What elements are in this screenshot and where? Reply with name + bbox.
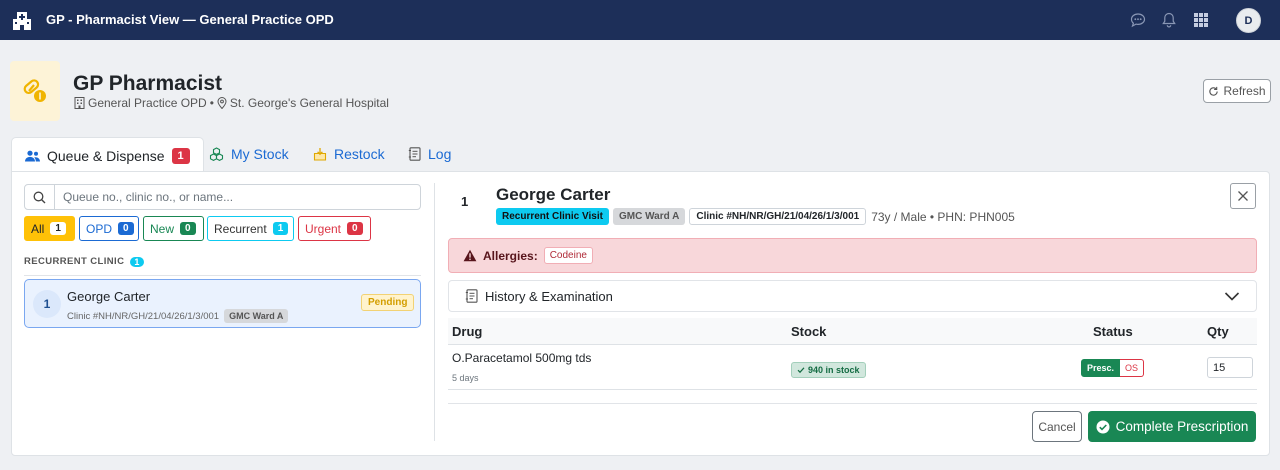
tab-label: Log (428, 146, 452, 162)
tab-count-badge: 1 (171, 147, 190, 164)
tab-restock[interactable]: Restock (300, 137, 398, 171)
status-toggle: Presc. OS (1081, 359, 1145, 377)
box-arrow-icon (313, 148, 327, 161)
building-icon (74, 97, 85, 109)
pills-icon (10, 61, 60, 121)
hospital-name: St. George's General Hospital (229, 96, 389, 110)
status-prescribed-button[interactable]: Presc. (1081, 359, 1121, 377)
refresh-label: Refresh (1223, 84, 1266, 98)
complete-label: Complete Prescription (1115, 419, 1249, 434)
tab-label: My Stock (231, 146, 289, 162)
patient-queue-number: 1 (461, 194, 469, 209)
column-stock: Stock (791, 324, 827, 339)
clinic-badge: Clinic #NH/NR/GH/21/04/26/1/3/001 (689, 208, 867, 225)
status-os-button[interactable]: OS (1120, 359, 1145, 377)
filter-all[interactable]: All 1 (24, 216, 75, 241)
stock-label: 940 in stock (808, 365, 860, 375)
cancel-button[interactable]: Cancel (1032, 411, 1082, 442)
subtitle-separator: • (209, 96, 214, 110)
section-divider (24, 275, 421, 276)
visit-type-badge: Recurrent Clinic Visit (496, 208, 609, 225)
close-button[interactable] (1230, 183, 1256, 209)
queue-item[interactable]: 1 George Carter Clinic #NH/NR/GH/21/04/2… (24, 279, 421, 328)
qty-input[interactable] (1207, 357, 1253, 378)
page-title: GP Pharmacist (73, 72, 223, 95)
top-bar: GP - Pharmacist View — General Practice … (0, 0, 1280, 40)
refresh-button[interactable]: Refresh (1203, 79, 1271, 103)
boxes-icon (209, 147, 224, 161)
filter-count: 1 (272, 222, 289, 235)
drug-duration: 5 days (452, 373, 479, 383)
prescription-table-header: Drug Stock Status Qty (448, 318, 1257, 345)
bell-icon[interactable] (1161, 12, 1177, 28)
history-label: History & Examination (485, 288, 613, 304)
filter-count: 0 (118, 222, 134, 235)
tab-my-stock[interactable]: My Stock (196, 137, 302, 171)
panel-divider (434, 183, 435, 441)
page-subtitle: General Practice OPD • St. George's Gene… (74, 96, 389, 110)
patient-name: George Carter (67, 289, 151, 304)
hospital-icon[interactable] (12, 11, 32, 31)
tab-label: Queue & Dispense (47, 147, 165, 164)
app-title: GP - Pharmacist View — General Practice … (46, 12, 334, 27)
search-icon (25, 185, 55, 209)
section-header: RECURRENT CLINIC 1 (24, 256, 144, 267)
filter-count: 0 (180, 222, 196, 235)
filter-label: Recurrent (214, 221, 267, 236)
allergy-badge: Codeine (543, 247, 593, 264)
close-icon (1238, 191, 1248, 201)
patient-badges: Recurrent Clinic Visit GMC Ward A Clinic… (496, 208, 1015, 225)
column-status: Status (1093, 324, 1133, 339)
filter-count: 0 (347, 222, 363, 235)
filter-label: OPD (86, 221, 113, 236)
filter-label: New (150, 221, 175, 236)
column-qty: Qty (1207, 324, 1229, 339)
allergies-label: Allergies: (483, 248, 538, 263)
queue-search (24, 184, 421, 210)
avatar[interactable]: D (1236, 8, 1261, 33)
check-icon (797, 367, 805, 374)
complete-prescription-button[interactable]: Complete Prescription (1088, 411, 1256, 442)
search-input[interactable] (55, 190, 415, 204)
clinic-number: Clinic #NH/NR/GH/21/04/26/1/3/001 (67, 310, 220, 322)
patient-clinic: Clinic #NH/NR/GH/21/04/26/1/3/001 GMC Wa… (67, 309, 289, 323)
filter-urgent[interactable]: Urgent 0 (298, 216, 371, 241)
chevron-down-icon (1224, 292, 1240, 301)
footer-divider (448, 403, 1257, 404)
check-circle-icon (1096, 420, 1110, 433)
filter-count: 1 (50, 222, 66, 235)
status-badge: Pending (361, 294, 415, 311)
patient-meta: 73y / Male • PHN: PHN005 (871, 209, 1015, 224)
grid-icon[interactable] (1193, 12, 1209, 28)
column-drug: Drug (452, 324, 483, 339)
tab-log[interactable]: Log (395, 137, 464, 171)
tab-label: Restock (334, 146, 385, 162)
users-icon (25, 150, 40, 161)
ward-badge: GMC Ward A (224, 309, 289, 323)
section-count: 1 (130, 256, 144, 267)
allergy-alert: Allergies: Codeine (448, 238, 1257, 273)
table-row: O.Paracetamol 500mg tds 5 days 940 in st… (448, 345, 1257, 390)
refresh-icon (1209, 86, 1219, 96)
history-accordion[interactable]: History & Examination (448, 280, 1257, 312)
patient-name-heading: George Carter (496, 185, 611, 204)
ward-badge: GMC Ward A (612, 208, 686, 225)
filter-label: All (31, 221, 45, 236)
location-pin-icon (217, 97, 227, 109)
filter-opd[interactable]: OPD 0 (79, 216, 139, 241)
journal-icon (465, 289, 478, 303)
queue-number: 1 (33, 290, 61, 318)
section-title: RECURRENT CLINIC (24, 256, 125, 267)
filter-new[interactable]: New 0 (143, 216, 204, 241)
department-name: General Practice OPD (88, 96, 207, 110)
filter-label: Urgent (305, 221, 342, 236)
chat-icon[interactable] (1130, 12, 1146, 28)
stock-badge: 940 in stock (791, 362, 866, 378)
tab-queue-dispense[interactable]: Queue & Dispense 1 (11, 137, 204, 173)
warning-icon (463, 249, 477, 262)
journal-icon (408, 147, 421, 161)
filter-recurrent[interactable]: Recurrent 1 (207, 216, 294, 241)
drug-name: O.Paracetamol 500mg tds (452, 351, 592, 365)
